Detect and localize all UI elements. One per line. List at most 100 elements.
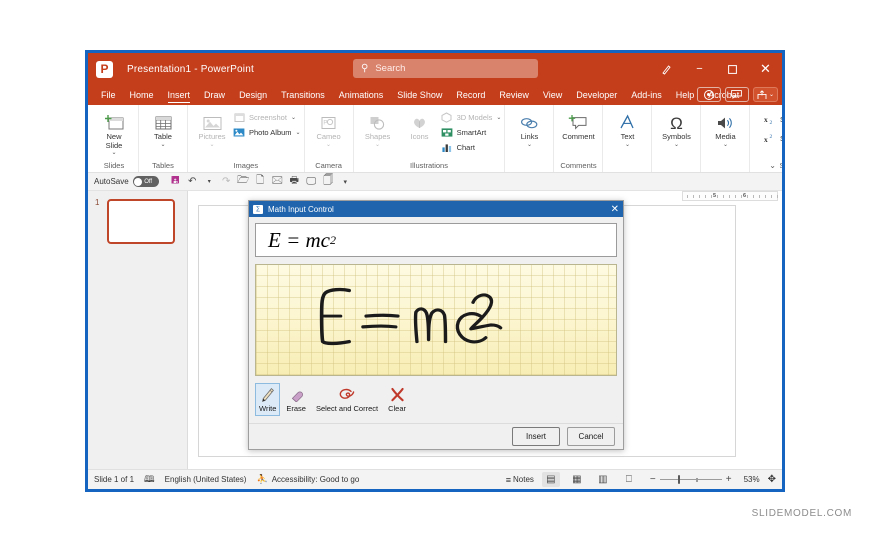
chart-button[interactable]: Chart [441, 141, 502, 154]
screenshot-caret-icon[interactable]: ⌄ [291, 115, 296, 121]
zoom-slider[interactable]: − + [646, 474, 736, 485]
language-label[interactable]: English (United States) [165, 475, 247, 484]
save-icon[interactable]: 🖪 [167, 174, 184, 190]
subscript-button[interactable]: x2 Subscript [764, 113, 782, 126]
share-button[interactable]: ⌄ [752, 87, 778, 102]
slide-show-view-button[interactable]: ⎕ [620, 472, 638, 487]
insert-button[interactable]: Insert [512, 427, 560, 446]
tab-insert[interactable]: Insert [161, 85, 198, 105]
duplicate-icon[interactable]: 🗍 [320, 174, 337, 190]
3d-models-caret-icon[interactable]: ⌄ [496, 115, 501, 121]
text-button[interactable]: Text ⌄ [606, 108, 648, 148]
zoom-out-button[interactable]: − [646, 474, 660, 485]
comment-button[interactable]: Comment [557, 108, 599, 142]
photo-album-button[interactable]: Photo Album ⌄ [233, 126, 301, 139]
new-slide-caret-icon[interactable]: ⌄ [111, 150, 116, 156]
record-button[interactable] [696, 87, 721, 102]
icons-button[interactable]: Icons [399, 108, 441, 142]
photo-album-caret-icon[interactable]: ⌄ [296, 130, 301, 136]
write-tool-button[interactable]: Write [255, 383, 281, 416]
spell-check-icon[interactable]: 🕮 [144, 472, 155, 488]
links-icon [519, 110, 540, 132]
shapes-caret-icon[interactable]: ⌄ [375, 142, 380, 148]
ribbon-collapse-icon[interactable]: ⌄ [769, 161, 776, 170]
tab-file[interactable]: File [94, 85, 123, 105]
zoom-track[interactable] [659, 475, 722, 484]
erase-tool-button[interactable]: Erase [282, 383, 310, 416]
start-slideshow-icon[interactable]: 🖵 [303, 174, 320, 190]
cancel-button[interactable]: Cancel [567, 427, 615, 446]
tab-review[interactable]: Review [492, 85, 536, 105]
open-icon[interactable]: 🗁 [235, 174, 252, 190]
illustrations-small-stack: 3D Models ⌄ SmartArt Chart [441, 108, 502, 154]
media-button[interactable]: Media ⌄ [704, 108, 746, 148]
cameo-caret-icon[interactable]: ⌄ [326, 142, 331, 148]
slide-thumbnail-1[interactable] [107, 199, 175, 244]
math-input-control-dialog: ∑ Math Input Control ✕ E = mc 2 Write Er… [248, 200, 624, 450]
accessibility-label[interactable]: Accessibility: Good to go [272, 475, 360, 484]
maximize-button[interactable] [716, 53, 749, 85]
links-button[interactable]: Links ⌄ [508, 108, 550, 148]
zoom-in-button[interactable]: + [722, 474, 736, 485]
pen-icon [260, 386, 275, 403]
normal-view-button[interactable]: ▤ [541, 472, 560, 487]
tab-home[interactable]: Home [123, 85, 161, 105]
search-box[interactable]: ⚲ Search [353, 59, 538, 78]
notes-button[interactable]: Notes [513, 475, 534, 484]
ribbon-group-tables: Table ⌄ Tables [138, 105, 187, 172]
links-label: Links [520, 132, 539, 141]
smartart-button[interactable]: SmartArt [441, 126, 502, 139]
zoom-level-label[interactable]: 53% [744, 475, 760, 484]
3d-models-button[interactable]: 3D Models ⌄ [441, 111, 501, 124]
fit-to-window-icon[interactable]: ✥ [768, 474, 776, 485]
dialog-title-bar[interactable]: ∑ Math Input Control ✕ [249, 201, 623, 217]
text-caret-icon[interactable]: ⌄ [625, 142, 630, 148]
autosave-toggle[interactable]: Off [132, 176, 159, 187]
new-slide-button[interactable]: New Slide ⌄ [93, 108, 135, 156]
close-button[interactable]: ✕ [749, 53, 782, 85]
eraser-icon [288, 386, 305, 403]
redo-icon[interactable]: ↷ [218, 174, 235, 190]
undo-caret-icon[interactable]: ▾ [201, 174, 218, 190]
table-button[interactable]: Table ⌄ [142, 108, 184, 148]
screenshot-button[interactable]: Screenshot ⌄ [233, 111, 301, 124]
tab-record[interactable]: Record [449, 85, 492, 105]
slide-sorter-view-button[interactable]: ▦ [568, 472, 586, 487]
tab-view[interactable]: View [536, 85, 569, 105]
ink-writing-area[interactable] [255, 264, 617, 376]
tab-developer[interactable]: Developer [569, 85, 624, 105]
comments-button[interactable] [724, 87, 749, 102]
reading-view-button[interactable]: ▥ [594, 472, 612, 487]
ink-pen-icon[interactable] [650, 53, 683, 85]
tab-add-ins[interactable]: Add-ins [624, 85, 669, 105]
links-caret-icon[interactable]: ⌄ [527, 142, 532, 148]
ruler-tick [723, 195, 724, 198]
table-caret-icon[interactable]: ⌄ [160, 142, 165, 148]
lasso-icon [338, 386, 357, 403]
equation-preview-base: E = mc [268, 227, 330, 252]
new-file-icon[interactable]: 🗋 [252, 174, 269, 190]
tab-draw[interactable]: Draw [197, 85, 232, 105]
select-and-correct-tool-button[interactable]: Select and Correct [312, 383, 382, 416]
tab-transitions[interactable]: Transitions [274, 85, 332, 105]
cameo-button[interactable]: P Cameo ⌄ [308, 108, 350, 148]
email-icon[interactable]: 🖂 [269, 174, 286, 190]
symbols-button[interactable]: Ω Symbols ⌄ [655, 108, 697, 148]
media-caret-icon[interactable]: ⌄ [723, 142, 728, 148]
shapes-button[interactable]: Shapes ⌄ [357, 108, 399, 148]
quick-print-icon[interactable]: 🖶 [286, 174, 303, 190]
superscript-button[interactable]: x2 Superscript [764, 132, 782, 145]
zoom-handle[interactable] [677, 475, 681, 484]
dialog-close-button[interactable]: ✕ [611, 201, 619, 217]
symbols-caret-icon[interactable]: ⌄ [674, 142, 679, 148]
tab-animations[interactable]: Animations [332, 85, 391, 105]
tab-slide-show[interactable]: Slide Show [390, 85, 449, 105]
pictures-caret-icon[interactable]: ⌄ [209, 142, 214, 148]
minimize-button[interactable]: − [683, 53, 716, 85]
select-and-correct-tool-label: Select and Correct [315, 404, 379, 413]
undo-icon[interactable]: ↶ [184, 174, 201, 190]
clear-tool-button[interactable]: Clear [384, 383, 410, 416]
tab-design[interactable]: Design [232, 85, 274, 105]
qat-overflow-icon[interactable]: ▾ [337, 174, 354, 190]
pictures-button[interactable]: Pictures ⌄ [191, 108, 233, 148]
